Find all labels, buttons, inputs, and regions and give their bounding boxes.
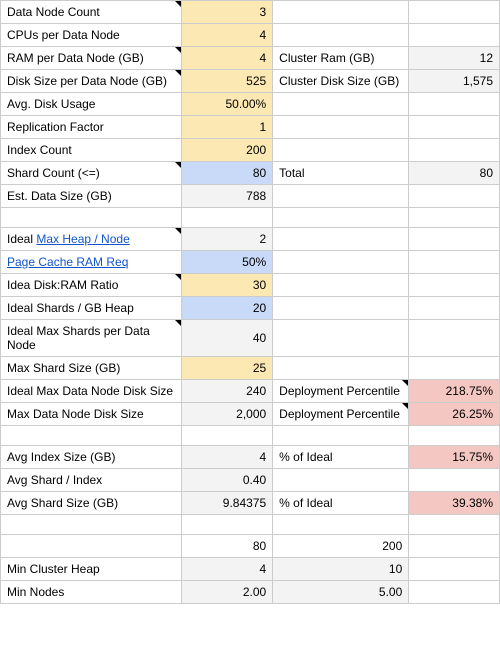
value-ideal-max-heap: 2 [182,228,273,251]
input-disk-per-node[interactable]: 525 [182,70,273,93]
spreadsheet-table: Data Node Count 3 CPUs per Data Node 4 R… [0,0,500,604]
label-disk-per-node: Disk Size per Data Node (GB) [1,70,182,93]
value-est-data-size: 788 [182,185,273,208]
value-max-node-disk: 2,000 [182,403,273,426]
link-page-cache[interactable]: Page Cache RAM Req [7,255,128,269]
input-replication-factor[interactable]: 1 [182,116,273,139]
table-row: Avg Shard / Index 0.40 [1,469,500,492]
table-row [1,515,500,535]
label-pct-of-ideal-1: % of Ideal [273,446,409,469]
label-ideal-max-node-disk: Ideal Max Data Node Disk Size [1,380,182,403]
label-max-shards-per-node: Ideal Max Shards per Data Node [1,320,182,357]
label-ideal-max-heap: Ideal Max Heap / Node [1,228,182,251]
value-min-cluster-heap-2: 10 [273,558,409,581]
label-replication-factor: Replication Factor [1,116,182,139]
table-row: Disk Size per Data Node (GB) 525 Cluster… [1,70,500,93]
label-min-cluster-heap: Min Cluster Heap [1,558,182,581]
input-index-count[interactable]: 200 [182,139,273,162]
table-row: Idea Disk:RAM Ratio 30 [1,274,500,297]
value-min-nodes-1: 2.00 [182,581,273,604]
value-cluster-disk: 1,575 [409,70,500,93]
input-cpus-per-node[interactable]: 4 [182,24,273,47]
label-est-data-size: Est. Data Size (GB) [1,185,182,208]
label-data-node-count: Data Node Count [1,1,182,24]
table-row: RAM per Data Node (GB) 4 Cluster Ram (GB… [1,47,500,70]
table-row: Min Cluster Heap 4 10 [1,558,500,581]
value-pct-of-ideal-1: 15.75% [409,446,500,469]
table-row: Shard Count (<=) 80 Total 80 [1,162,500,185]
table-row: Avg. Disk Usage 50.00% [1,93,500,116]
table-row: Avg Index Size (GB) 4 % of Ideal 15.75% [1,446,500,469]
label-max-node-disk: Max Data Node Disk Size [1,403,182,426]
label-ram-per-node: RAM per Data Node (GB) [1,47,182,70]
label-avg-shard-index: Avg Shard / Index [1,469,182,492]
input-shard-count[interactable]: 80 [182,162,273,185]
table-row: Ideal Max Shards per Data Node 40 [1,320,500,357]
label-cpus-per-node: CPUs per Data Node [1,24,182,47]
input-avg-disk-usage[interactable]: 50.00% [182,93,273,116]
value-avg-shard-size: 9.84375 [182,492,273,515]
label-shard-count: Shard Count (<=) [1,162,182,185]
table-row [1,426,500,446]
value-ideal-max-node-disk: 240 [182,380,273,403]
input-max-shard-size[interactable]: 25 [182,357,273,380]
table-row [1,208,500,228]
input-shards-per-gb-heap[interactable]: 20 [182,297,273,320]
label-page-cache: Page Cache RAM Req [1,251,182,274]
value-deployment-percentile-2: 26.25% [409,403,500,426]
value-max-shards-per-node: 40 [182,320,273,357]
table-row: Max Shard Size (GB) 25 [1,357,500,380]
table-row: Data Node Count 3 [1,1,500,24]
value-pct-of-ideal-2: 39.38% [409,492,500,515]
label-deployment-percentile-1: Deployment Percentile [273,380,409,403]
input-disk-ram-ratio[interactable]: 30 [182,274,273,297]
table-row: 80 200 [1,535,500,558]
label-disk-ram-ratio: Idea Disk:RAM Ratio [1,274,182,297]
value-avg-index-size: 4 [182,446,273,469]
label-index-count: Index Count [1,139,182,162]
value-cluster-ram: 12 [409,47,500,70]
label-cluster-ram: Cluster Ram (GB) [273,47,409,70]
table-row: Avg Shard Size (GB) 9.84375 % of Ideal 3… [1,492,500,515]
label-cluster-disk: Cluster Disk Size (GB) [273,70,409,93]
label-pct-of-ideal-2: % of Ideal [273,492,409,515]
label-min-nodes: Min Nodes [1,581,182,604]
value-min-cluster-heap-1: 4 [182,558,273,581]
value-deployment-percentile-1: 218.75% [409,380,500,403]
table-row: Ideal Max Data Node Disk Size 240 Deploy… [1,380,500,403]
table-row: Replication Factor 1 [1,116,500,139]
value-total-shards: 80 [409,162,500,185]
table-row: Max Data Node Disk Size 2,000 Deployment… [1,403,500,426]
table-row: Ideal Max Heap / Node 2 [1,228,500,251]
label-avg-shard-size: Avg Shard Size (GB) [1,492,182,515]
table-row: CPUs per Data Node 4 [1,24,500,47]
label-max-shard-size: Max Shard Size (GB) [1,357,182,380]
label-total: Total [273,162,409,185]
table-row: Ideal Shards / GB Heap 20 [1,297,500,320]
label-avg-index-size: Avg Index Size (GB) [1,446,182,469]
table-row: Page Cache RAM Req 50% [1,251,500,274]
label-avg-disk-usage: Avg. Disk Usage [1,93,182,116]
input-data-node-count[interactable]: 3 [182,1,273,24]
value-avg-shard-index: 0.40 [182,469,273,492]
table-row: Est. Data Size (GB) 788 [1,185,500,208]
table-row: Min Nodes 2.00 5.00 [1,581,500,604]
value-aux-2: 200 [273,535,409,558]
input-page-cache[interactable]: 50% [182,251,273,274]
value-min-nodes-2: 5.00 [273,581,409,604]
table-row: Index Count 200 [1,139,500,162]
link-max-heap[interactable]: Max Heap / Node [36,232,129,246]
label-deployment-percentile-2: Deployment Percentile [273,403,409,426]
label-shards-per-gb-heap: Ideal Shards / GB Heap [1,297,182,320]
input-ram-per-node[interactable]: 4 [182,47,273,70]
value-aux-1: 80 [182,535,273,558]
